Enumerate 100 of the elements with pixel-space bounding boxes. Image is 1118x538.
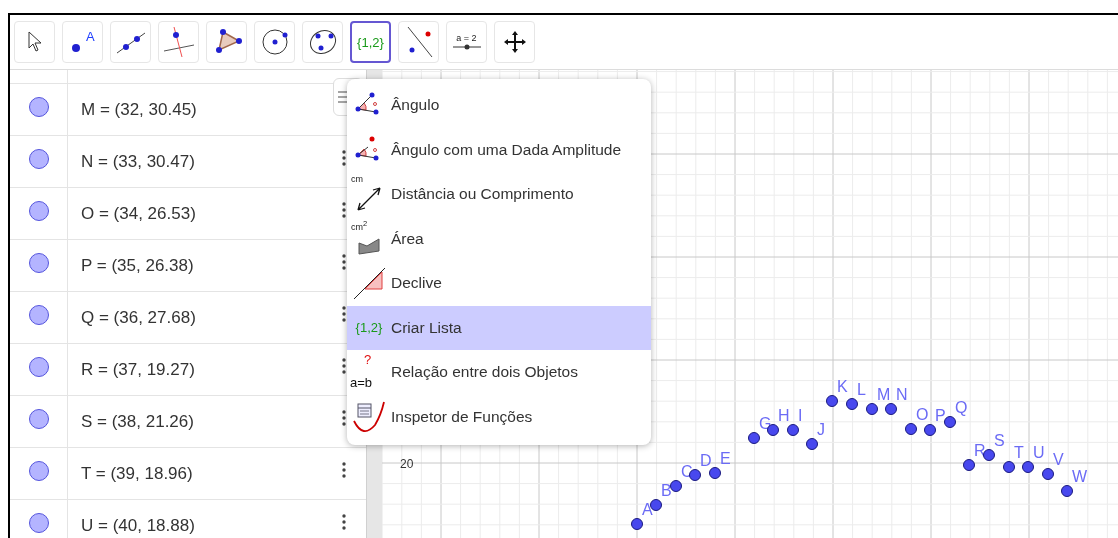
menu-item[interactable]: Declive — [347, 261, 651, 306]
point-label: T — [1014, 444, 1024, 461]
point[interactable] — [1061, 485, 1073, 497]
point[interactable] — [670, 480, 682, 492]
move-tool-button[interactable] — [14, 21, 55, 63]
visibility-toggle[interactable] — [28, 97, 49, 117]
point-label: R — [974, 442, 986, 459]
point-label: D — [700, 452, 712, 469]
pan-tool-button[interactable] — [494, 21, 535, 63]
menu-icon — [338, 90, 347, 104]
point-label: J — [817, 421, 825, 438]
point-tool-button[interactable]: A — [62, 21, 103, 63]
line-tool-button[interactable] — [110, 21, 151, 63]
perpendicular-tool-button[interactable] — [158, 21, 199, 63]
cursor-icon — [26, 31, 43, 53]
list-icon-text: {1,2} — [355, 320, 383, 336]
menu-item[interactable]: Ângulo — [347, 83, 651, 128]
point[interactable] — [885, 403, 897, 415]
algebra-entry: N = (33, 30.47) — [80, 151, 196, 173]
point-label: P — [935, 407, 946, 424]
point[interactable] — [944, 416, 956, 428]
point-label: O — [916, 406, 929, 423]
circle-tool-button[interactable] — [254, 21, 295, 63]
point-label: V — [1053, 451, 1064, 468]
algebra-entry: R = (37, 19.27) — [80, 359, 196, 381]
point[interactable] — [631, 518, 643, 530]
more-options-icon[interactable] — [342, 202, 346, 218]
visibility-toggle[interactable] — [28, 201, 49, 221]
algebra-entry: S = (38, 21.26) — [80, 411, 195, 433]
slider-icon — [451, 43, 482, 51]
algebra-entry: T = (39, 18.96) — [80, 463, 194, 485]
point[interactable] — [826, 395, 838, 407]
unit-text: cm — [351, 174, 363, 185]
algebra-entry: U = (40, 18.88) — [80, 515, 196, 537]
point[interactable] — [846, 398, 858, 410]
more-options-icon[interactable] — [342, 254, 346, 270]
point-label: K — [837, 378, 848, 395]
point-label: U — [1033, 444, 1045, 461]
menu-item[interactable]: Inspetor de Funções — [347, 394, 651, 439]
list-tool-button[interactable]: {1,2} — [350, 21, 391, 63]
more-options-icon[interactable] — [342, 514, 346, 530]
menu-item[interactable]: ? a=b Relação entre dois Objetos — [347, 350, 651, 395]
menu-item[interactable]: {1,2} Criar Lista — [347, 305, 651, 350]
point-label: I — [798, 407, 803, 424]
reflect-tool-button[interactable] — [398, 21, 439, 63]
visibility-toggle[interactable] — [28, 253, 49, 273]
more-options-icon[interactable] — [342, 150, 346, 166]
slope-triangle-icon — [352, 266, 386, 301]
point-label: S — [994, 432, 1005, 449]
point-label: A — [642, 501, 653, 518]
perpendicular-line-icon — [161, 25, 196, 59]
visibility-toggle[interactable] — [28, 357, 49, 377]
point-label: M — [877, 386, 891, 403]
point[interactable] — [1042, 468, 1054, 480]
menu-item[interactable]: Ângulo com uma Dada Amplitude — [347, 127, 651, 172]
move-arrows-icon — [502, 30, 527, 54]
algebra-entry: O = (34, 26.53) — [80, 203, 197, 225]
point[interactable] — [1022, 461, 1034, 473]
point-label: E — [720, 450, 731, 467]
unit-text: cm$^{2}$ — [351, 218, 368, 232]
algebra-entry: M = (32, 30.45) — [80, 99, 198, 121]
visibility-toggle[interactable] — [28, 149, 49, 169]
more-options-icon[interactable] — [342, 462, 346, 478]
algebra-entry: P = (35, 26.38) — [80, 255, 195, 277]
more-options-icon[interactable] — [342, 410, 346, 426]
menu-item[interactable]: cm Distância ou Comprimento — [347, 172, 651, 217]
axis-tick-label: 20 — [400, 457, 414, 471]
point[interactable] — [787, 424, 799, 436]
point[interactable] — [709, 467, 721, 479]
area-shape-icon — [357, 236, 381, 255]
conic-tool-button[interactable] — [302, 21, 343, 63]
relation-icon-text: a=b — [350, 375, 373, 391]
point-label: H — [778, 407, 790, 424]
point-label: L — [857, 381, 866, 398]
point-label: W — [1072, 468, 1088, 485]
point[interactable] — [748, 432, 760, 444]
polygon-tool-button[interactable] — [206, 21, 247, 63]
question-mark: ? — [364, 352, 372, 368]
more-options-icon[interactable] — [342, 358, 346, 374]
visibility-toggle[interactable] — [28, 513, 49, 533]
point[interactable] — [905, 423, 917, 435]
visibility-toggle[interactable] — [28, 461, 49, 481]
point-label: N — [896, 386, 908, 403]
point[interactable] — [963, 459, 975, 471]
slider-tool-button[interactable]: a = 2 — [446, 21, 487, 63]
more-options-icon[interactable] — [342, 306, 346, 322]
menu-item[interactable]: cm$^{2}$ Área — [347, 216, 651, 261]
point[interactable] — [806, 438, 818, 450]
point-label: Q — [955, 399, 968, 416]
point[interactable] — [983, 449, 995, 461]
point[interactable] — [1003, 461, 1015, 473]
algebra-entry: Q = (36, 27.68) — [80, 307, 197, 329]
point[interactable] — [866, 403, 878, 415]
double-arrow-icon — [354, 184, 384, 213]
circle-icon — [259, 27, 290, 57]
point[interactable] — [924, 424, 936, 436]
visibility-toggle[interactable] — [28, 305, 49, 325]
visibility-toggle[interactable] — [28, 409, 49, 429]
point-label: B — [661, 482, 672, 499]
point-label: G — [759, 415, 772, 432]
